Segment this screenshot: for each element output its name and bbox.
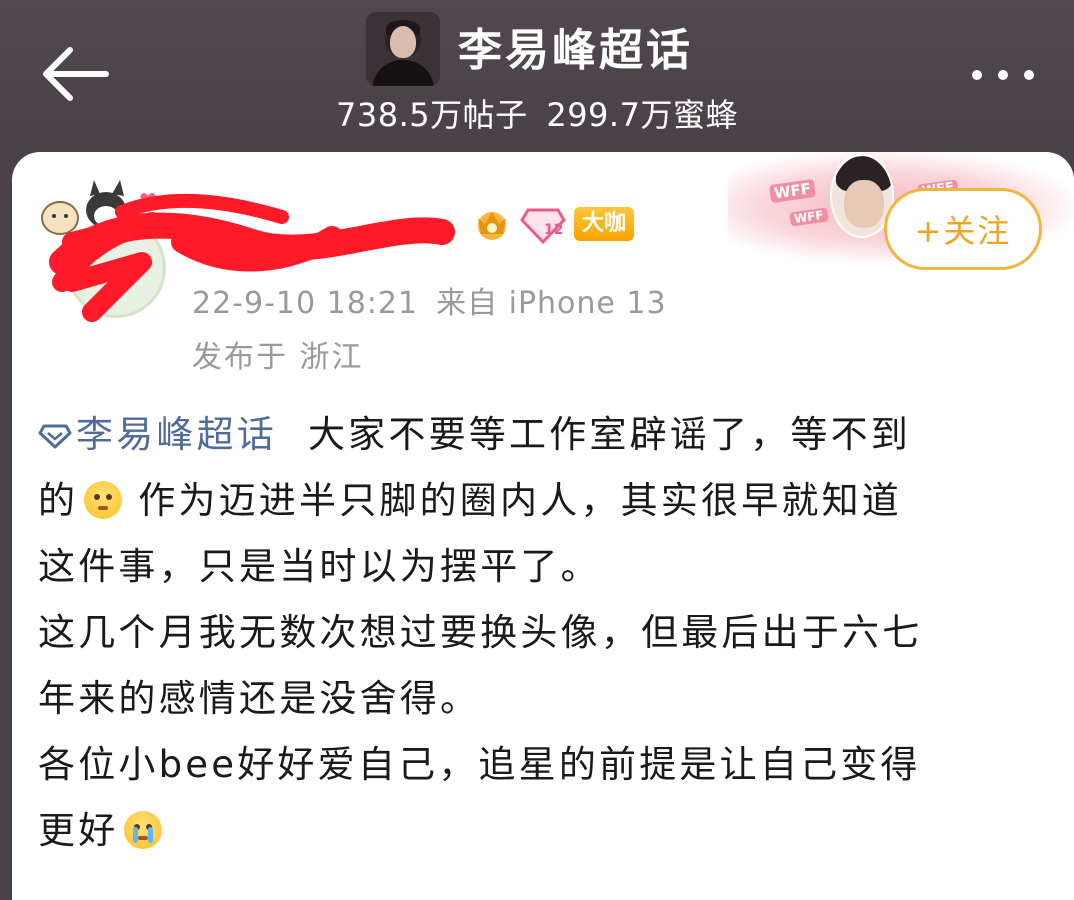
post-meta: 22-9-10 18:21 来自 iPhone 13 [192,278,667,322]
diamond-icon [38,424,72,449]
topic-link[interactable]: 李易峰超话 [38,413,292,456]
content-line-2-start: 的 [38,479,79,522]
banner-text-mid: WFF [789,207,829,227]
vip-badge[interactable]: 大咖 [574,207,635,241]
crying-face-emoji [124,811,163,849]
crown-badge-icon[interactable] [472,204,512,244]
more-dots-icon [972,70,982,80]
topic-title: 李易峰超话 [458,25,693,76]
topic-avatar[interactable] [366,12,440,86]
post-source: 来自 iPhone 13 [436,286,667,321]
post-timestamp: 22-9-10 18:21 [192,286,419,321]
topic-stats: 738.5万帖子 299.7万蜜蜂 [0,90,1074,136]
content-line-7: 更好 [38,809,119,852]
user-badges: 12 大咖 [472,202,635,246]
level-diamond-icon[interactable]: 12 [520,204,566,245]
posts-count: 738.5万帖子 [336,96,528,134]
post-content: 李易峰超话 大家不要等工作室辟谣了，等不到 的 作为迈进半只脚的圈内人，其实很早就… [38,402,1048,864]
content-line-5: 年来的感情还是没舍得。 [38,677,481,720]
fans-count: 299.7万蜜蜂 [546,96,738,134]
content-line-2: 作为迈进半只脚的圈内人，其实很早就知道 [138,479,903,522]
level-number: 12 [544,222,563,238]
post-card: WFF WFF WFF [12,152,1074,900]
follow-button[interactable]: +关注 [884,188,1042,270]
post-location: 发布于 浙江 [192,340,364,375]
pleading-face-emoji [84,481,123,519]
banner-text-left: WFF [768,178,817,204]
content-line-6: 各位小bee好好爱自己，追星的前提是让自己变得 [38,743,921,786]
content-line-1: 大家不要等工作室辟谣了，等不到 [307,413,911,456]
content-line-3: 这件事，只是当时以为摆平了。 [38,545,601,588]
more-button[interactable] [964,60,1044,90]
content-line-4: 这几个月我无数次想过要换头像，但最后出于六七 [38,611,923,654]
topic-link-text: 李易峰超话 [76,413,277,456]
topic-header: 李易峰超话 738.5万帖子 299.7万蜜蜂 [0,0,1074,150]
